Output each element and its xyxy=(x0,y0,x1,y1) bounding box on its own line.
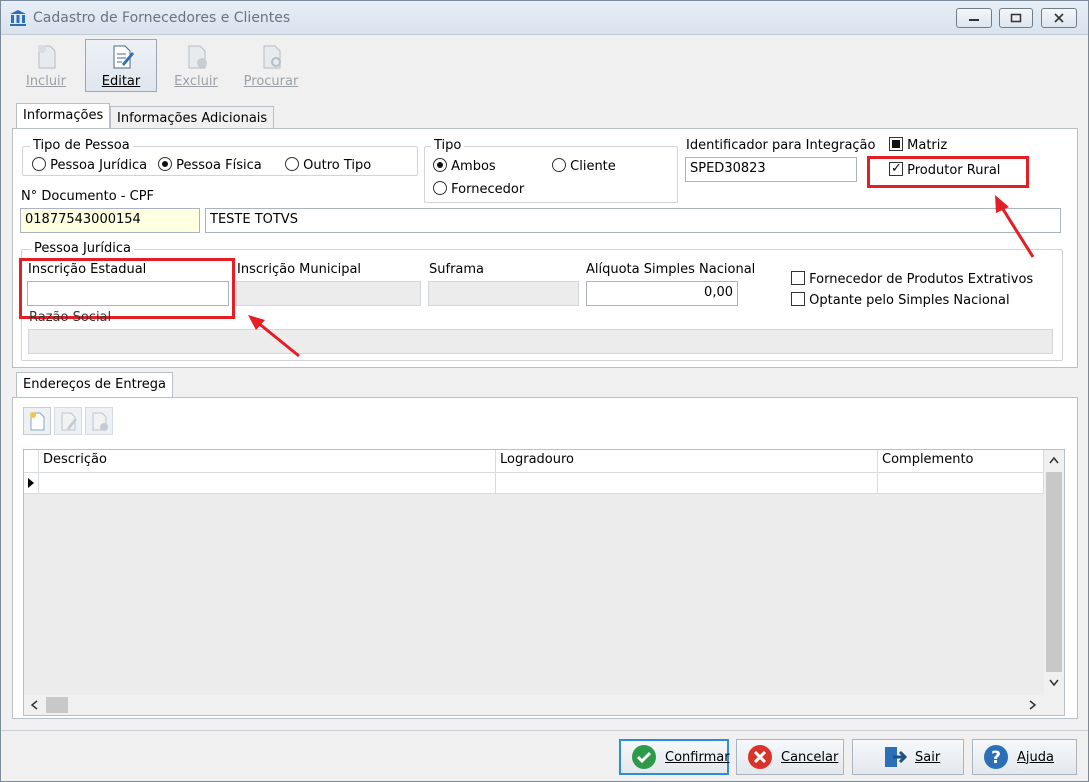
scroll-down-icon[interactable] xyxy=(1049,679,1059,687)
confirmar-button[interactable]: Confirmar xyxy=(619,739,730,775)
scrollbar-thumb[interactable] xyxy=(1046,472,1062,672)
table-cell[interactable] xyxy=(496,473,878,494)
scroll-right-icon[interactable] xyxy=(1029,700,1037,710)
check-circle-icon xyxy=(632,745,656,769)
table-cell[interactable] xyxy=(878,473,1044,494)
scroll-up-icon[interactable] xyxy=(1049,456,1059,464)
row-indicator xyxy=(24,473,39,494)
add-endereco-button[interactable] xyxy=(23,407,51,435)
cancel-circle-icon xyxy=(748,745,772,769)
col-descricao[interactable]: Descrição xyxy=(39,450,496,473)
delete-endereco-button[interactable] xyxy=(85,407,113,435)
confirmar-label: Confirmar xyxy=(665,749,730,765)
cancelar-label: Cancelar xyxy=(781,749,839,765)
hscrollbar-thumb[interactable] xyxy=(46,697,68,713)
col-logradouro[interactable]: Logradouro xyxy=(496,450,878,473)
tab-enderecos-label: Endereços de Entrega xyxy=(23,377,166,392)
cancelar-button[interactable]: Cancelar xyxy=(736,739,844,775)
ajuda-button[interactable]: ? Ajuda xyxy=(972,739,1077,775)
tab-enderecos[interactable]: Endereços de Entrega xyxy=(16,372,173,399)
row-pointer-icon xyxy=(28,478,34,488)
svg-text:?: ? xyxy=(991,748,1001,768)
table-cell[interactable] xyxy=(39,473,496,494)
ajuda-label: Ajuda xyxy=(1017,749,1054,765)
delete-icon xyxy=(92,412,108,431)
sair-label: Sair xyxy=(915,749,941,765)
exit-door-icon xyxy=(885,747,907,767)
grid-corner xyxy=(24,450,39,473)
enderecos-grid: Descrição Logradouro Complemento xyxy=(23,449,1065,716)
edit-endereco-button[interactable] xyxy=(54,407,82,435)
scroll-left-icon[interactable] xyxy=(30,700,38,710)
horizontal-scrollbar[interactable] xyxy=(24,695,1064,715)
help-icon: ? xyxy=(984,745,1008,769)
vertical-scrollbar[interactable] xyxy=(1044,450,1064,695)
new-icon xyxy=(30,412,45,431)
bottom-separator xyxy=(1,730,1088,731)
app-window: Cadastro de Fornecedores e Clientes Incl… xyxy=(0,0,1089,782)
sair-button[interactable]: Sair xyxy=(852,739,964,775)
edit-icon xyxy=(61,412,77,431)
col-complemento[interactable]: Complemento xyxy=(878,450,1044,473)
